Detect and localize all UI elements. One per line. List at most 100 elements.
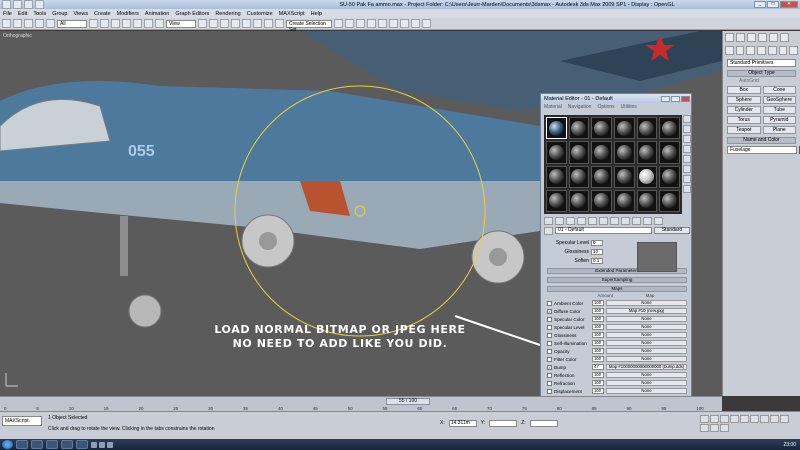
- select-manipulate-icon[interactable]: [209, 19, 218, 28]
- curve-editor-icon[interactable]: [367, 19, 376, 28]
- put-material-icon[interactable]: [555, 216, 564, 225]
- tray-flag-icon[interactable]: [107, 441, 113, 448]
- make-unique-icon[interactable]: [588, 216, 597, 225]
- tray-volume-icon[interactable]: [99, 441, 105, 448]
- map-amount-field[interactable]: 100: [592, 388, 604, 394]
- sample-slot[interactable]: [613, 165, 635, 188]
- sample-slot[interactable]: [636, 117, 658, 140]
- cylinder-button[interactable]: Cylinder: [727, 106, 761, 114]
- helpers-icon[interactable]: [767, 46, 777, 55]
- assign-material-icon[interactable]: [566, 216, 575, 225]
- menu-views[interactable]: Views: [74, 11, 89, 17]
- maxscript-listener-field[interactable]: MAXScript.: [2, 416, 42, 426]
- map-slot-button[interactable]: None: [606, 340, 687, 346]
- map-enable-checkbox[interactable]: [547, 340, 552, 346]
- map-slot-button[interactable]: None: [606, 356, 687, 362]
- minimize-button[interactable]: _: [754, 1, 766, 8]
- selection-region-icon[interactable]: [111, 19, 120, 28]
- named-selection-set-select[interactable]: Create Selection Set: [286, 19, 332, 33]
- systems-icon[interactable]: [789, 46, 799, 55]
- sample-slot[interactable]: [659, 141, 680, 164]
- sample-slot[interactable]: [591, 117, 612, 140]
- sample-slot[interactable]: [568, 117, 590, 140]
- maximize-button[interactable]: □: [767, 1, 779, 8]
- me-menu-material[interactable]: Material: [544, 104, 562, 110]
- schematic-view-icon[interactable]: [378, 19, 387, 28]
- save-file-icon[interactable]: [35, 0, 44, 9]
- menu-file[interactable]: File: [3, 11, 12, 17]
- taskbar-media-icon[interactable]: [46, 440, 58, 449]
- sample-type-icon[interactable]: [683, 115, 691, 123]
- geosphere-button[interactable]: GeoSphere: [762, 96, 796, 104]
- map-slot-button[interactable]: None: [606, 388, 687, 394]
- make-preview-icon[interactable]: [683, 165, 691, 173]
- param-value-field[interactable]: 0.1: [591, 257, 603, 264]
- pivot-center-icon[interactable]: [198, 19, 207, 28]
- map-enable-checkbox[interactable]: [547, 380, 552, 386]
- teapot-button[interactable]: Teapot: [727, 126, 761, 134]
- zoom-icon[interactable]: [760, 415, 769, 423]
- go-to-parent-icon[interactable]: [643, 216, 652, 225]
- quick-render-icon[interactable]: [422, 19, 431, 28]
- map-amount-field[interactable]: 100: [592, 316, 604, 322]
- sample-slot[interactable]: [546, 141, 567, 164]
- map-slot-button[interactable]: None: [606, 300, 687, 306]
- zoom-all-icon[interactable]: [770, 415, 779, 423]
- go-forward-sibling-icon[interactable]: [654, 216, 663, 225]
- taskbar-3dsmax-icon[interactable]: [61, 440, 73, 449]
- window-crossing-icon[interactable]: [122, 19, 131, 28]
- spinner-snap-icon[interactable]: [264, 19, 273, 28]
- autogrid-checkbox[interactable]: AutoGrid: [727, 78, 796, 84]
- utilities-tab-icon[interactable]: [780, 33, 789, 42]
- menu-animation[interactable]: Animation: [145, 11, 169, 17]
- edit-named-selection-icon[interactable]: [275, 19, 284, 28]
- maximize-viewport-icon[interactable]: [720, 424, 729, 432]
- menu-customize[interactable]: Customize: [247, 11, 273, 17]
- map-enable-checkbox[interactable]: [547, 300, 552, 306]
- keyboard-shortcut-icon[interactable]: [220, 19, 229, 28]
- material-editor-icon[interactable]: [389, 19, 398, 28]
- material-type-button[interactable]: Standard: [654, 227, 690, 234]
- supersampling-rollout[interactable]: SuperSampling: [547, 277, 687, 283]
- tray-network-icon[interactable]: [91, 441, 97, 448]
- sample-slot[interactable]: [636, 189, 658, 212]
- me-close-button[interactable]: [681, 95, 690, 102]
- me-menu-navigation[interactable]: Navigation: [568, 104, 592, 110]
- map-enable-checkbox[interactable]: [547, 316, 552, 322]
- map-slot-button[interactable]: None: [606, 348, 687, 354]
- object-type-rollout[interactable]: Object Type: [727, 70, 796, 77]
- key-mode-icon[interactable]: [750, 415, 759, 423]
- selection-filter-select[interactable]: All: [57, 19, 87, 28]
- map-amount-field[interactable]: 100: [592, 300, 604, 306]
- put-to-library-icon[interactable]: [599, 216, 608, 225]
- new-file-icon[interactable]: [13, 0, 22, 9]
- motion-tab-icon[interactable]: [758, 33, 767, 42]
- taskbar-explorer-icon[interactable]: [16, 440, 28, 449]
- menu-tools[interactable]: Tools: [33, 11, 46, 17]
- map-enable-checkbox[interactable]: ✓: [547, 364, 552, 370]
- angle-snap-icon[interactable]: [242, 19, 251, 28]
- reset-map-icon[interactable]: [577, 216, 586, 225]
- get-material-icon[interactable]: [544, 216, 553, 225]
- map-slot-button[interactable]: None: [606, 380, 687, 386]
- map-enable-checkbox[interactable]: [547, 388, 552, 394]
- menu-help[interactable]: Help: [311, 11, 322, 17]
- cameras-icon[interactable]: [757, 46, 766, 55]
- orbit-icon[interactable]: [710, 424, 719, 432]
- pick-material-icon[interactable]: [544, 226, 553, 235]
- menu-graph-editors[interactable]: Graph Editors: [175, 11, 209, 17]
- select-rotate-icon[interactable]: [144, 19, 153, 28]
- select-object-icon[interactable]: [89, 19, 98, 28]
- me-menu-options[interactable]: Options: [597, 104, 614, 110]
- sample-slot[interactable]: [568, 189, 590, 212]
- tube-button[interactable]: Tube: [762, 106, 796, 114]
- create-tab-icon[interactable]: [725, 33, 734, 42]
- select-scale-icon[interactable]: [155, 19, 164, 28]
- previous-frame-icon[interactable]: [710, 415, 719, 423]
- param-value-field[interactable]: 0: [591, 239, 603, 246]
- plane-button[interactable]: Plane: [762, 126, 796, 134]
- backlight-icon[interactable]: [683, 125, 691, 133]
- box-button[interactable]: Box: [727, 86, 761, 94]
- reference-coordinate-select[interactable]: View: [166, 19, 196, 28]
- sample-slot[interactable]: [659, 117, 680, 140]
